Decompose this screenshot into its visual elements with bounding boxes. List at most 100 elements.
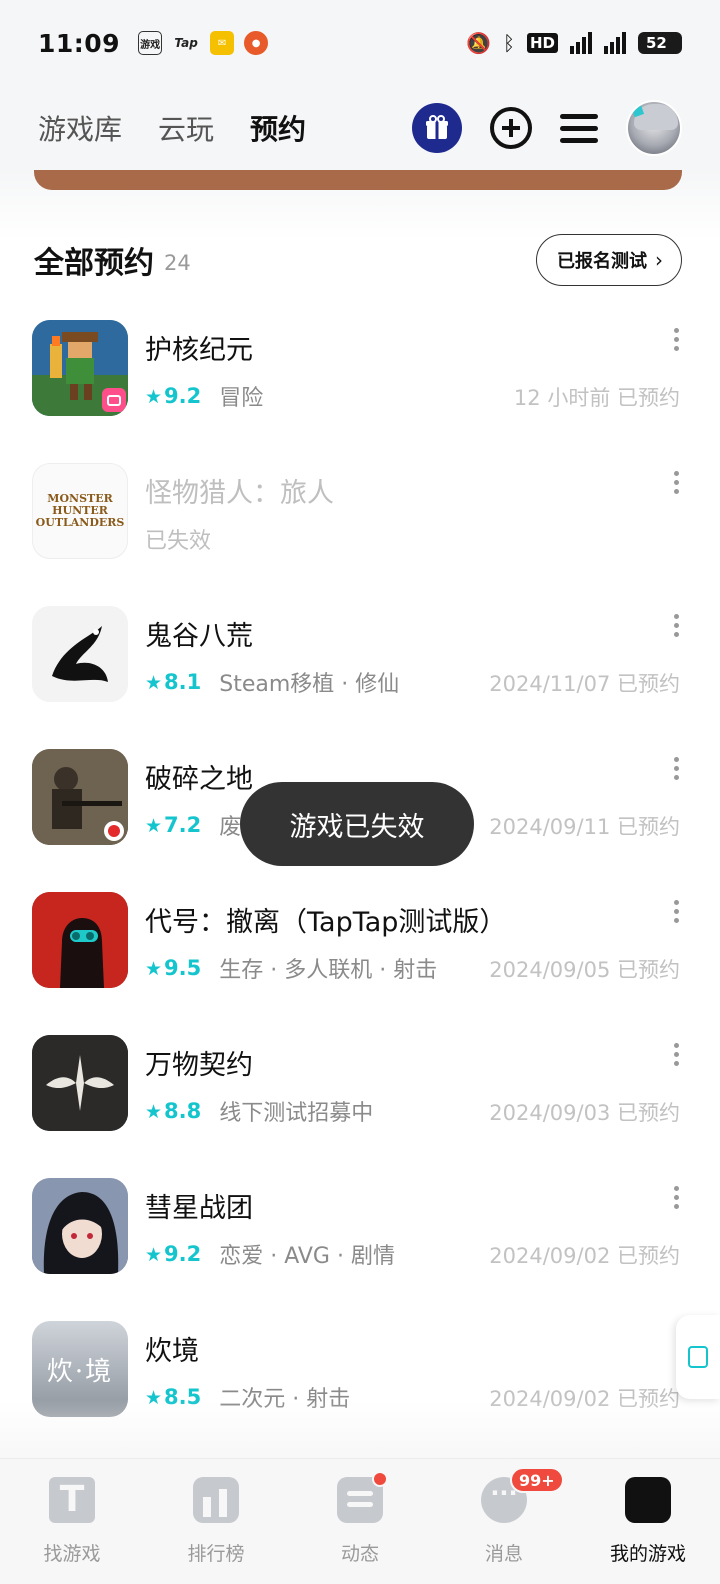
star-icon: ★ [145, 958, 163, 980]
bottom-tab-bar: 找游戏 排行榜 动态 99+ 消息 我的游戏 [0, 1458, 720, 1584]
tab-my-games[interactable]: 我的游戏 [576, 1459, 720, 1584]
game-name: 鬼谷八荒 [145, 621, 253, 652]
game-icon-monster-hunter: MONSTER HUNTER OUTLANDERS [32, 463, 128, 559]
gamepad-icon [625, 1477, 679, 1523]
avatar[interactable] [626, 100, 682, 156]
game-status: 已失效 [145, 529, 212, 554]
game-center-app-icon: 游戏 [138, 31, 163, 55]
add-button[interactable] [490, 107, 532, 149]
game-icon-guigu [32, 606, 128, 702]
tab-rankings[interactable]: 排行榜 [144, 1459, 288, 1584]
section-count: 24 [164, 251, 191, 275]
registered-tests-label: 已报名测试 [557, 251, 647, 272]
list-item[interactable]: 万物契约 ★8.8 线下测试招募中 2024/09/03 已预约 [0, 1035, 720, 1178]
banner-edge[interactable] [34, 170, 682, 190]
game-icon-chelí [32, 892, 128, 988]
monster-hunter-logo: MONSTER HUNTER OUTLANDERS [35, 491, 125, 530]
mail-app-icon: ✉ [210, 31, 235, 55]
game-rating: 8.1 [164, 670, 202, 694]
star-icon: ★ [145, 672, 163, 694]
registered-tests-button[interactable]: 已报名测试 › [536, 234, 682, 286]
section-title: 全部预约 [34, 246, 154, 281]
list-item[interactable]: MONSTER HUNTER OUTLANDERS 怪物猎人：旅人 已失效 [0, 463, 720, 606]
download-float-button[interactable] [676, 1315, 720, 1399]
gift-button[interactable] [412, 103, 462, 153]
hd-icon: HD [526, 33, 558, 53]
mute-bell-icon: 🔕 [466, 31, 491, 55]
tab-label: 排行榜 [187, 1543, 245, 1565]
system-status-icons: 🔕 ᛒ HD 52 [466, 31, 682, 55]
reserve-date: 2024/09/03 已预约 [489, 1101, 680, 1125]
signal-icon [570, 32, 592, 54]
tab-label: 动态 [340, 1543, 379, 1565]
reserve-date: 2024/09/05 已预约 [489, 958, 680, 982]
reserve-date: 2024/11/07 已预约 [489, 672, 680, 696]
game-name: 破碎之地 [145, 764, 253, 795]
game-rating: 8.8 [164, 1099, 202, 1123]
top-nav: 游戏库 云玩 预约 [0, 86, 720, 170]
toast-message: 游戏已失效 [240, 782, 474, 866]
star-icon: ★ [145, 1244, 163, 1266]
more-options-icon[interactable] [674, 757, 680, 780]
game-tags: 生存 · 多人联机 · 射击 [219, 958, 438, 983]
tab-label: 消息 [484, 1543, 523, 1565]
reserve-date: 2024/09/11 已预约 [489, 815, 680, 839]
game-icon-posui [32, 749, 128, 845]
star-icon: ★ [145, 1101, 163, 1123]
game-rating: 9.5 [164, 956, 202, 980]
bluetooth-icon: ᛒ [502, 31, 515, 55]
reservation-list: 护核纪元 ★9.2 冒险 12 小时前 已预约 MONSTER HUNTER O… [0, 320, 720, 1464]
game-tags: 恋爱 · AVG · 剧情 [219, 1244, 395, 1269]
unread-dot [372, 1471, 388, 1487]
tab-reservations[interactable]: 预约 [247, 108, 310, 148]
tab-label: 我的游戏 [609, 1543, 686, 1565]
chevron-right-icon: › [655, 248, 663, 272]
game-icon-hehe [32, 320, 128, 416]
game-rating: 7.2 [164, 813, 202, 837]
game-name: 彗星战团 [145, 1193, 253, 1224]
taptap-app-icon: Tap [174, 36, 198, 50]
more-options-icon[interactable] [674, 900, 680, 923]
tab-messages[interactable]: 99+ 消息 [432, 1459, 576, 1584]
game-icon-huixing [32, 1178, 128, 1274]
ranking-icon [193, 1477, 239, 1523]
section-header: 全部预约 24 已报名测试 › [34, 232, 682, 288]
message-badge: 99+ [510, 1467, 564, 1493]
game-tags: 废 [219, 815, 242, 840]
more-options-icon[interactable] [674, 1186, 680, 1209]
add-circle-icon [502, 119, 520, 137]
list-item[interactable]: 护核纪元 ★9.2 冒险 12 小时前 已预约 [0, 320, 720, 463]
signal-icon-2 [604, 32, 626, 54]
game-rating: 9.2 [164, 1242, 202, 1266]
game-name: 护核纪元 [145, 335, 253, 366]
game-name: 炊境 [145, 1336, 199, 1367]
list-item[interactable]: 鬼谷八荒 ★8.1 Steam移植 · 修仙 2024/11/07 已预约 [0, 606, 720, 749]
game-tags: Steam移植 · 修仙 [219, 672, 400, 697]
bottom-fade [0, 1400, 720, 1460]
game-name: 万物契约 [145, 1050, 253, 1081]
more-options-icon[interactable] [674, 328, 680, 351]
game-name: 怪物猎人：旅人 [145, 478, 334, 509]
list-item[interactable]: 彗星战团 ★9.2 恋爱 · AVG · 剧情 2024/09/02 已预约 [0, 1178, 720, 1321]
download-icon [688, 1346, 708, 1368]
tab-game-library[interactable]: 游戏库 [38, 108, 122, 148]
tab-feed[interactable]: 动态 [288, 1459, 432, 1584]
tab-label: 找游戏 [43, 1543, 101, 1565]
list-item[interactable]: 代号：撤离（TapTap测试版） ★9.5 生存 · 多人联机 · 射击 202… [0, 892, 720, 1035]
game-app-icon: ● [244, 31, 269, 55]
gift-icon [426, 115, 448, 139]
chuijing-logo: 炊·境 [46, 1356, 114, 1387]
game-tags: 线下测试招募中 [219, 1101, 374, 1126]
game-tags: 冒险 [219, 386, 264, 411]
star-icon: ★ [145, 386, 163, 408]
tab-cloud-play[interactable]: 云玩 [158, 108, 214, 148]
more-options-icon[interactable] [674, 614, 680, 637]
more-options-icon[interactable] [674, 471, 680, 494]
tab-find-games[interactable]: 找游戏 [0, 1459, 144, 1584]
reserve-date: 2024/09/02 已预约 [489, 1244, 680, 1268]
menu-icon[interactable] [560, 113, 598, 143]
more-options-icon[interactable] [674, 1043, 680, 1066]
battery-icon: 52 [638, 32, 682, 54]
star-icon: ★ [145, 815, 163, 837]
status-time: 11:09 [38, 28, 121, 58]
